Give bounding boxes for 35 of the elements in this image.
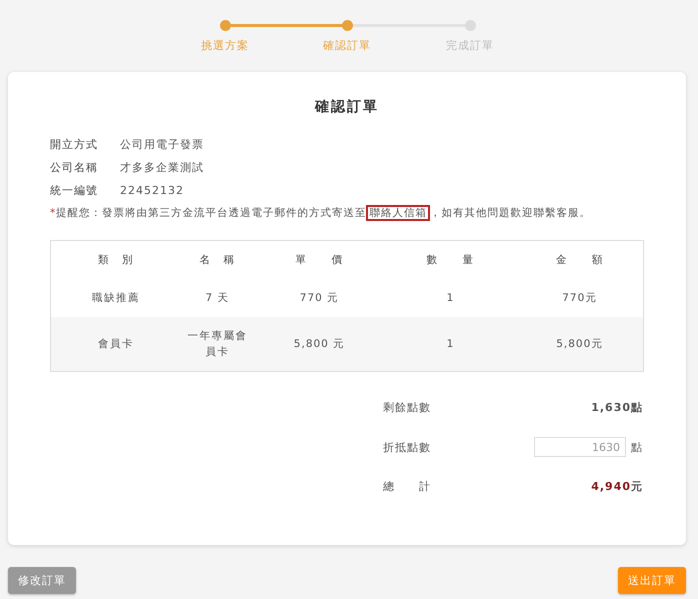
table-cell-text: 5,800元 — [556, 337, 604, 352]
deduct-points-label: 折抵點數 — [383, 440, 432, 454]
page-title: 確認訂單 — [314, 98, 380, 116]
submit-order-button[interactable]: 送出訂單 — [618, 567, 686, 594]
column-header: 金 額 — [516, 240, 644, 279]
table-cell-text: 770元 — [562, 291, 598, 306]
table-cell-text: 7 天 — [205, 291, 230, 306]
column-header: 類 別 — [50, 240, 180, 279]
field-value: 22452132 — [120, 184, 185, 198]
field-value: 才多多企業測試 — [120, 161, 204, 175]
field-label: 公司名稱 — [50, 161, 99, 175]
edit-order-button[interactable]: 修改訂單 — [8, 567, 76, 594]
total-label: 總 計 — [383, 479, 432, 494]
table-cell-text: 1 — [446, 291, 454, 306]
remaining-points-value: 1,630點 — [590, 400, 643, 415]
step-label: 確認訂單 — [322, 38, 372, 53]
table-cell-text: 職缺推薦 — [92, 291, 140, 306]
column-header: 名 稱 — [180, 240, 254, 279]
table-cell-text: 一年專屬會員卡 — [186, 329, 248, 360]
remaining-points-label: 剩餘點數 — [383, 400, 432, 415]
field-value: 公司用電子發票 — [120, 138, 204, 152]
field-label: 統一編號 — [50, 184, 99, 198]
column-header: 數 量 — [384, 240, 516, 279]
total-value: 4,940元 — [590, 479, 643, 494]
field-label: 開立方式 — [50, 138, 99, 152]
deduct-points-field[interactable]: 1630 — [534, 437, 626, 457]
table-cell-text: 5,800 元 — [294, 337, 346, 352]
table-cell-text: 1 — [446, 337, 454, 352]
table-cell-text: 會員卡 — [98, 337, 134, 352]
notice-text: *提醒您：發票將由第三方金流平台透過電子郵件的方式寄送至 聯絡人信箱 ，如有其他問題歡迎聯繫客服。 — [50, 206, 592, 220]
step-label: 挑選方案 — [200, 38, 250, 53]
table-cell-text: 770 元 — [300, 291, 340, 306]
column-header: 單 價 — [254, 240, 384, 279]
step-label: 完成訂單 — [445, 38, 495, 53]
points-unit: 點 — [631, 440, 643, 454]
